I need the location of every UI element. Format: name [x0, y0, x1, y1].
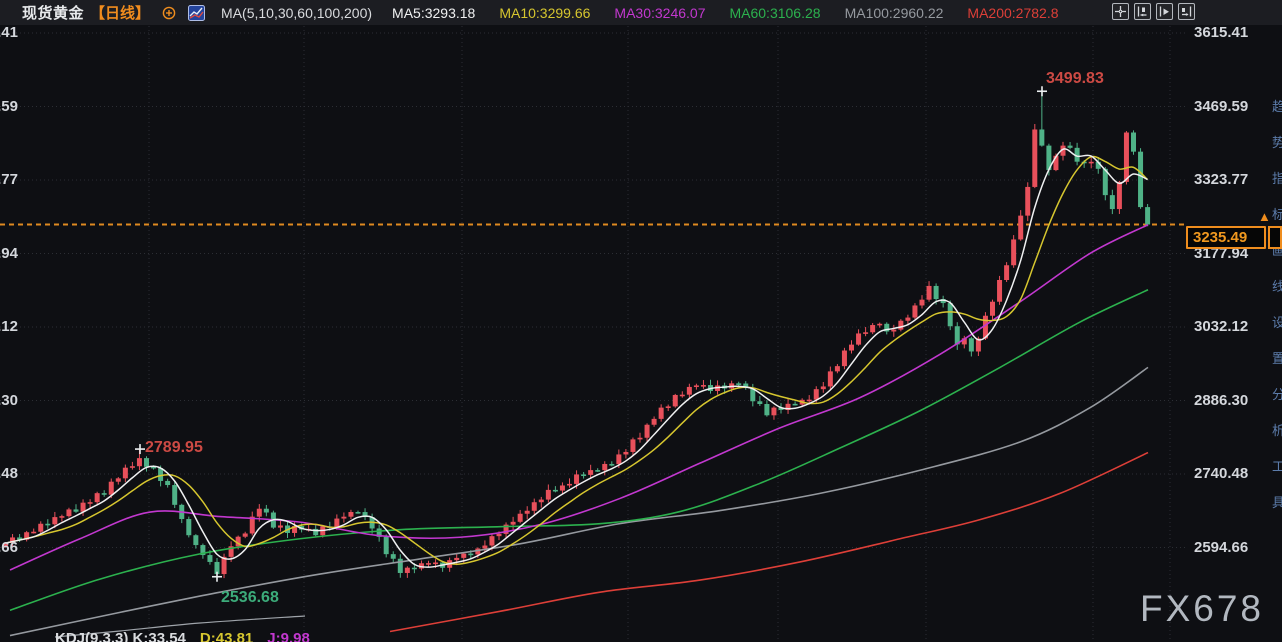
y-axis-tick-left: 2740.48: [0, 465, 18, 482]
watermark: FX678: [1139, 588, 1264, 629]
kdj-j-value: J:9.98: [267, 630, 310, 642]
y-axis-tick-left: 3323.77: [0, 171, 18, 188]
axis-play-icon[interactable]: [1156, 3, 1173, 20]
price-annotation: 3499.83: [1046, 70, 1104, 87]
ma-values: MA5:3293.18 MA10:3299.66 MA30:3246.07 MA60:…: [392, 5, 1058, 21]
y-axis-tick-left: 3469.59: [0, 97, 18, 115]
price-annotation: 2536.68: [221, 589, 279, 606]
axis-zoom-left-icon[interactable]: [1134, 3, 1151, 20]
ma-settings-label[interactable]: MA(5,10,30,60,100,200): [221, 5, 372, 21]
y-axis-tick-right: 3032.12: [1194, 318, 1249, 335]
edge-menu-item[interactable]: 趋: [1272, 96, 1282, 115]
chart-toolbar: [1112, 3, 1195, 20]
edge-menu-item[interactable]: 工: [1272, 456, 1282, 475]
right-edge-menu-strip: 趋势指标画线设置分析工具: [1272, 96, 1282, 526]
edge-menu-item[interactable]: 分: [1272, 384, 1282, 403]
price-up-arrow-icon: ▲: [1258, 209, 1271, 224]
y-axis-tick-left: 2594.66: [0, 538, 18, 556]
kdj-d-value: D:43.81: [199, 630, 254, 642]
y-axis-tick-right: 3323.77: [1194, 171, 1249, 188]
kdj-k-value: KDJ(9,3,3) K:33.54: [55, 630, 186, 642]
ma-value: MA60:3106.28: [729, 4, 821, 21]
y-axis-tick-left: 3615.41: [0, 24, 18, 41]
edge-menu-item[interactable]: 置: [1272, 348, 1282, 367]
ma-value: MA100:2960.22: [844, 4, 944, 21]
edge-menu-item[interactable]: 析: [1272, 420, 1282, 439]
edge-menu-item[interactable]: 势: [1272, 132, 1282, 151]
price-annotation: 2789.95: [145, 439, 203, 456]
edge-price-fragment: [1268, 226, 1282, 249]
y-axis-tick-right: 2886.30: [1194, 391, 1249, 409]
y-axis-tick-left: 3177.94: [0, 244, 18, 262]
candlestick-chart-icon[interactable]: [188, 4, 206, 21]
ma-value: MA5:3293.18: [392, 4, 476, 21]
kdj-indicator-row: KDJ(9,3,3) K:33.54 D:43.81 J:9.98: [55, 630, 324, 642]
y-axis-tick-right: 2594.66: [1194, 538, 1249, 556]
y-axis-tick-right: 3615.41: [1194, 24, 1249, 41]
edge-menu-item[interactable]: 线: [1272, 276, 1282, 295]
edge-menu-item[interactable]: 标: [1272, 204, 1282, 223]
ma-value: MA200:2782.8: [967, 4, 1059, 21]
symbol-title: 现货黄金: [22, 5, 85, 22]
y-axis-tick-left: 2886.30: [0, 391, 18, 409]
edge-menu-item[interactable]: 设: [1272, 312, 1282, 331]
circle-plus-icon[interactable]: [162, 6, 176, 20]
y-axis-tick-right: 3469.59: [1194, 97, 1249, 115]
current-price-label: 3235.49: [1186, 226, 1266, 249]
move-crosshair-icon[interactable]: [1112, 3, 1129, 20]
edge-menu-item[interactable]: 指: [1272, 168, 1282, 187]
axis-shift-right-icon[interactable]: [1178, 3, 1195, 20]
period-label[interactable]: 【日线】: [90, 2, 150, 23]
chart-header: 现货黄金 【日线】 MA(5,10,30,60,100,200) MA5:329…: [0, 0, 1282, 25]
chart-svg[interactable]: 3499.83 2789.95 2536.68: [0, 0, 1282, 642]
y-axis-tick-right: 2740.48: [1194, 465, 1249, 482]
ma-value: MA30:3246.07: [614, 4, 706, 21]
trading-app-window: 3499.83 2789.95 2536.68 现货黄金 【日线】 MA(5,10,…: [0, 0, 1282, 642]
edge-menu-item[interactable]: 具: [1272, 492, 1282, 511]
y-axis-tick-left: 3032.12: [0, 318, 18, 335]
ma-value: MA10:3299.66: [499, 4, 591, 21]
